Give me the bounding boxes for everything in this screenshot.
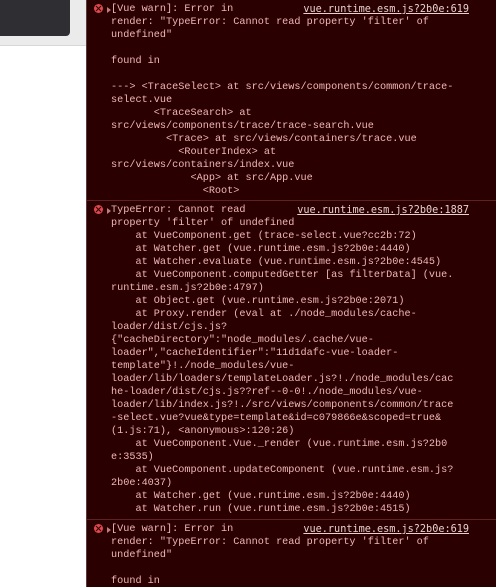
stack-trace: TypeError: Cannot read property 'filter'…	[111, 205, 454, 515]
source-link[interactable]: vue.runtime.esm.js?2b0e:619	[303, 523, 469, 536]
error-message: [Vue warn]: Error in render: "TypeError:…	[111, 4, 454, 197]
expand-triangle-icon[interactable]	[107, 527, 111, 533]
page-content-area	[0, 46, 86, 587]
console-error-entry[interactable]: vue.runtime.esm.js?2b0e:619 [Vue warn]: …	[87, 0, 496, 201]
console-error-entry[interactable]: vue.runtime.esm.js?2b0e:1887 TypeError: …	[87, 201, 496, 520]
error-icon	[94, 4, 103, 13]
devtools-console[interactable]: vue.runtime.esm.js?2b0e:619 [Vue warn]: …	[86, 0, 496, 587]
page-header-strip	[0, 0, 86, 46]
error-icon	[94, 205, 103, 214]
error-icon	[94, 524, 103, 533]
source-link[interactable]: vue.runtime.esm.js?2b0e:1887	[297, 204, 469, 217]
source-link[interactable]: vue.runtime.esm.js?2b0e:619	[303, 3, 469, 16]
expand-triangle-icon[interactable]	[107, 208, 111, 214]
console-error-entry[interactable]: vue.runtime.esm.js?2b0e:619 [Vue warn]: …	[87, 520, 496, 587]
expand-triangle-icon[interactable]	[107, 7, 111, 13]
dark-nav-fragment	[0, 0, 70, 36]
